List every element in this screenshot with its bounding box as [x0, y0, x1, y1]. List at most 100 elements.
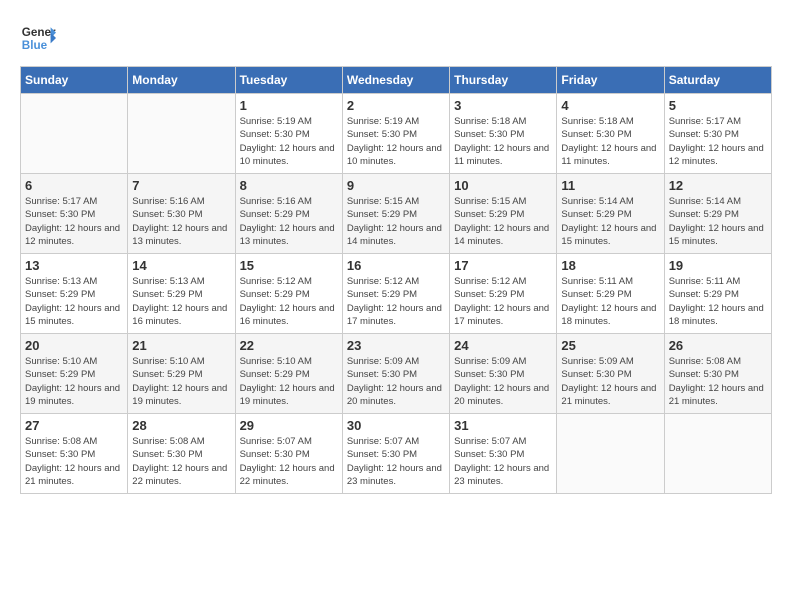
day-cell: 23 Sunrise: 5:09 AM Sunset: 5:30 PM Dayli…: [342, 334, 449, 414]
week-row-3: 13 Sunrise: 5:13 AM Sunset: 5:29 PM Dayli…: [21, 254, 772, 334]
day-info: Sunrise: 5:07 AM Sunset: 5:30 PM Dayligh…: [347, 435, 445, 488]
day-info: Sunrise: 5:11 AM Sunset: 5:29 PM Dayligh…: [669, 275, 767, 328]
day-number: 28: [132, 418, 230, 433]
day-number: 15: [240, 258, 338, 273]
svg-text:Blue: Blue: [22, 39, 48, 52]
day-number: 7: [132, 178, 230, 193]
day-cell: 24Sunrise: 5:09 AM Sunset: 5:30 PM Dayli…: [450, 334, 557, 414]
day-number: 30: [347, 418, 445, 433]
weekday-header-saturday: Saturday: [664, 67, 771, 94]
day-info: Sunrise: 5:12 AM Sunset: 5:29 PM Dayligh…: [454, 275, 552, 328]
day-number: 11: [561, 178, 659, 193]
day-info: Sunrise: 5:12 AM Sunset: 5:29 PM Dayligh…: [240, 275, 338, 328]
day-cell: 26 Sunrise: 5:08 AM Sunset: 5:30 PM Dayli…: [664, 334, 771, 414]
day-cell: 6 Sunrise: 5:17 AM Sunset: 5:30 PM Daylig…: [21, 174, 128, 254]
day-info: Sunrise: 5:08 AM Sunset: 5:30 PM Dayligh…: [669, 355, 767, 408]
day-number: 3: [454, 98, 552, 113]
day-info: Sunrise: 5:15 AM Sunset: 5:29 PM Dayligh…: [347, 195, 445, 248]
day-number: 26: [669, 338, 767, 353]
day-number: 9: [347, 178, 445, 193]
day-number: 1: [240, 98, 338, 113]
day-info: Sunrise: 5:19 AM Sunset: 5:30 PM Dayligh…: [347, 115, 445, 168]
day-info: Sunrise: 5:10 AM Sunset: 5:29 PM Dayligh…: [240, 355, 338, 408]
day-info: Sunrise: 5:13 AM Sunset: 5:29 PM Dayligh…: [132, 275, 230, 328]
day-info: Sunrise: 5:16 AM Sunset: 5:29 PM Dayligh…: [240, 195, 338, 248]
day-number: 21: [132, 338, 230, 353]
day-info: Sunrise: 5:14 AM Sunset: 5:29 PM Dayligh…: [561, 195, 659, 248]
day-info: Sunrise: 5:16 AM Sunset: 5:30 PM Dayligh…: [132, 195, 230, 248]
day-number: 6: [25, 178, 123, 193]
day-number: 8: [240, 178, 338, 193]
day-cell: 20 Sunrise: 5:10 AM Sunset: 5:29 PM Dayli…: [21, 334, 128, 414]
day-cell: 22 Sunrise: 5:10 AM Sunset: 5:29 PM Dayli…: [235, 334, 342, 414]
weekday-header-row: SundayMondayTuesdayWednesdayThursdayFrid…: [21, 67, 772, 94]
day-number: 29: [240, 418, 338, 433]
day-number: 2: [347, 98, 445, 113]
day-number: 20: [25, 338, 123, 353]
day-cell: 15 Sunrise: 5:12 AM Sunset: 5:29 PM Dayli…: [235, 254, 342, 334]
day-info: Sunrise: 5:07 AM Sunset: 5:30 PM Dayligh…: [454, 435, 552, 488]
weekday-header-monday: Monday: [128, 67, 235, 94]
day-number: 24: [454, 338, 552, 353]
day-cell: 21 Sunrise: 5:10 AM Sunset: 5:29 PM Dayli…: [128, 334, 235, 414]
day-info: Sunrise: 5:19 AM Sunset: 5:30 PM Dayligh…: [240, 115, 338, 168]
day-number: 10: [454, 178, 552, 193]
day-cell: 31 Sunrise: 5:07 AM Sunset: 5:30 PM Dayli…: [450, 414, 557, 494]
day-cell: 19 Sunrise: 5:11 AM Sunset: 5:29 PM Dayli…: [664, 254, 771, 334]
day-info: Sunrise: 5:10 AM Sunset: 5:29 PM Dayligh…: [25, 355, 123, 408]
day-number: 17: [454, 258, 552, 273]
day-info: Sunrise: 5:12 AM Sunset: 5:29 PM Dayligh…: [347, 275, 445, 328]
day-cell: [128, 94, 235, 174]
day-info: Sunrise: 5:18 AM Sunset: 5:30 PM Dayligh…: [454, 115, 552, 168]
day-info: Sunrise: 5:15 AM Sunset: 5:29 PM Dayligh…: [454, 195, 552, 248]
day-number: 16: [347, 258, 445, 273]
calendar-table: SundayMondayTuesdayWednesdayThursdayFrid…: [20, 66, 772, 494]
day-cell: 25 Sunrise: 5:09 AM Sunset: 5:30 PM Dayli…: [557, 334, 664, 414]
day-number: 19: [669, 258, 767, 273]
day-number: 4: [561, 98, 659, 113]
day-cell: 1 Sunrise: 5:19 AM Sunset: 5:30 PM Daylig…: [235, 94, 342, 174]
day-number: 12: [669, 178, 767, 193]
day-cell: 5Sunrise: 5:17 AM Sunset: 5:30 PM Daylig…: [664, 94, 771, 174]
logo: General Blue: [20, 20, 56, 56]
weekday-header-wednesday: Wednesday: [342, 67, 449, 94]
day-info: Sunrise: 5:13 AM Sunset: 5:29 PM Dayligh…: [25, 275, 123, 328]
day-info: Sunrise: 5:10 AM Sunset: 5:29 PM Dayligh…: [132, 355, 230, 408]
day-cell: 16 Sunrise: 5:12 AM Sunset: 5:29 PM Dayli…: [342, 254, 449, 334]
weekday-header-sunday: Sunday: [21, 67, 128, 94]
day-cell: 30 Sunrise: 5:07 AM Sunset: 5:30 PM Dayli…: [342, 414, 449, 494]
day-number: 13: [25, 258, 123, 273]
day-cell: 14 Sunrise: 5:13 AM Sunset: 5:29 PM Dayli…: [128, 254, 235, 334]
day-number: 14: [132, 258, 230, 273]
day-info: Sunrise: 5:08 AM Sunset: 5:30 PM Dayligh…: [132, 435, 230, 488]
page-header: General Blue: [20, 20, 772, 56]
day-number: 5: [669, 98, 767, 113]
day-number: 23: [347, 338, 445, 353]
day-info: Sunrise: 5:17 AM Sunset: 5:30 PM Dayligh…: [25, 195, 123, 248]
day-cell: 4Sunrise: 5:18 AM Sunset: 5:30 PM Daylig…: [557, 94, 664, 174]
day-cell: 17 Sunrise: 5:12 AM Sunset: 5:29 PM Dayli…: [450, 254, 557, 334]
day-info: Sunrise: 5:11 AM Sunset: 5:29 PM Dayligh…: [561, 275, 659, 328]
weekday-header-thursday: Thursday: [450, 67, 557, 94]
week-row-1: 1 Sunrise: 5:19 AM Sunset: 5:30 PM Daylig…: [21, 94, 772, 174]
day-cell: [557, 414, 664, 494]
day-cell: [21, 94, 128, 174]
weekday-header-tuesday: Tuesday: [235, 67, 342, 94]
day-info: Sunrise: 5:08 AM Sunset: 5:30 PM Dayligh…: [25, 435, 123, 488]
day-number: 22: [240, 338, 338, 353]
day-number: 31: [454, 418, 552, 433]
day-cell: 8 Sunrise: 5:16 AM Sunset: 5:29 PM Daylig…: [235, 174, 342, 254]
day-cell: 28 Sunrise: 5:08 AM Sunset: 5:30 PM Dayli…: [128, 414, 235, 494]
day-info: Sunrise: 5:09 AM Sunset: 5:30 PM Dayligh…: [561, 355, 659, 408]
day-info: Sunrise: 5:07 AM Sunset: 5:30 PM Dayligh…: [240, 435, 338, 488]
day-cell: 27Sunrise: 5:08 AM Sunset: 5:30 PM Dayli…: [21, 414, 128, 494]
day-info: Sunrise: 5:14 AM Sunset: 5:29 PM Dayligh…: [669, 195, 767, 248]
day-cell: 12 Sunrise: 5:14 AM Sunset: 5:29 PM Dayli…: [664, 174, 771, 254]
week-row-5: 27Sunrise: 5:08 AM Sunset: 5:30 PM Dayli…: [21, 414, 772, 494]
day-cell: [664, 414, 771, 494]
week-row-4: 20 Sunrise: 5:10 AM Sunset: 5:29 PM Dayli…: [21, 334, 772, 414]
day-cell: 9 Sunrise: 5:15 AM Sunset: 5:29 PM Daylig…: [342, 174, 449, 254]
day-info: Sunrise: 5:09 AM Sunset: 5:30 PM Dayligh…: [347, 355, 445, 408]
day-cell: 2 Sunrise: 5:19 AM Sunset: 5:30 PM Daylig…: [342, 94, 449, 174]
day-number: 25: [561, 338, 659, 353]
